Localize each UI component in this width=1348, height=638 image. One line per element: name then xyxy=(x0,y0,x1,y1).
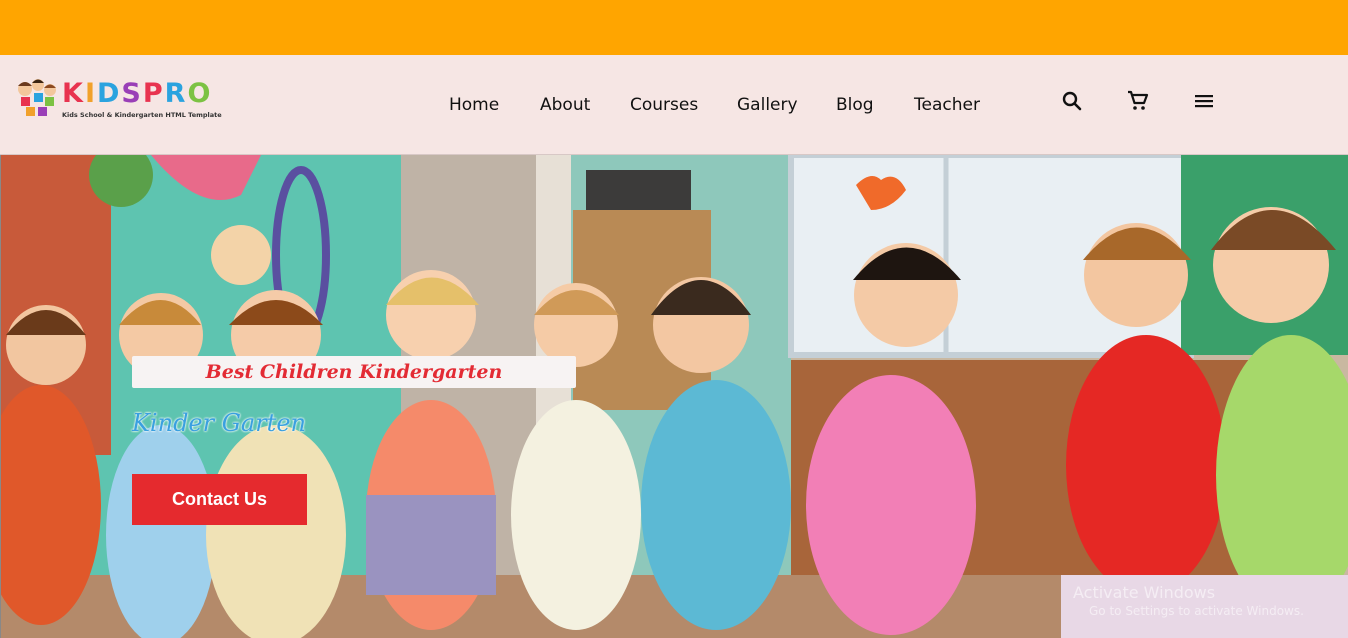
watermark-text: Go to Settings to activate Windows. xyxy=(1089,604,1304,618)
kids-logo-icon xyxy=(18,79,56,116)
nav-item-about[interactable]: About xyxy=(540,95,590,115)
logo-letter: I xyxy=(84,78,97,109)
search-icon xyxy=(1062,91,1082,111)
hero-title-box: Best Children Kindergarten xyxy=(132,356,576,388)
logo-tagline: Kids School & Kindergarten HTML Template xyxy=(62,111,222,119)
logo[interactable]: KIDSPRO Kids School & Kindergarten HTML … xyxy=(14,77,224,125)
nav-item-blog[interactable]: Blog xyxy=(836,95,874,115)
top-bar xyxy=(0,0,1348,55)
nav-item-courses[interactable]: Courses xyxy=(630,95,698,115)
search-button[interactable] xyxy=(1060,89,1084,113)
cart-icon xyxy=(1128,90,1149,110)
site-header: KIDSPRO Kids School & Kindergarten HTML … xyxy=(0,55,1348,155)
logo-letter: P xyxy=(142,78,165,109)
nav-item-home[interactable]: Home xyxy=(449,95,499,115)
logo-letter: O xyxy=(187,78,213,109)
watermark-title: Activate Windows xyxy=(1073,583,1216,602)
hero-background-image xyxy=(1,155,1348,638)
nav-item-gallery[interactable]: Gallery xyxy=(737,95,798,115)
cart-button[interactable] xyxy=(1126,89,1150,113)
logo-letter: S xyxy=(121,78,143,109)
nav-item-teacher[interactable]: Teacher xyxy=(914,95,980,115)
hero-banner: Best Children Kindergarten Kinder Garten… xyxy=(0,155,1348,638)
menu-icon xyxy=(1195,95,1213,108)
menu-button[interactable] xyxy=(1192,89,1216,113)
windows-activation-watermark: Activate Windows Go to Settings to activ… xyxy=(1073,583,1304,618)
contact-us-button[interactable]: Contact Us xyxy=(132,474,307,525)
hero-subtitle: Kinder Garten xyxy=(132,409,306,437)
logo-wordmark: KIDSPRO xyxy=(62,79,212,109)
hero-title: Best Children Kindergarten xyxy=(205,361,503,383)
logo-letter: D xyxy=(96,78,122,109)
logo-letter: K xyxy=(62,78,85,109)
logo-letter: R xyxy=(164,78,188,109)
